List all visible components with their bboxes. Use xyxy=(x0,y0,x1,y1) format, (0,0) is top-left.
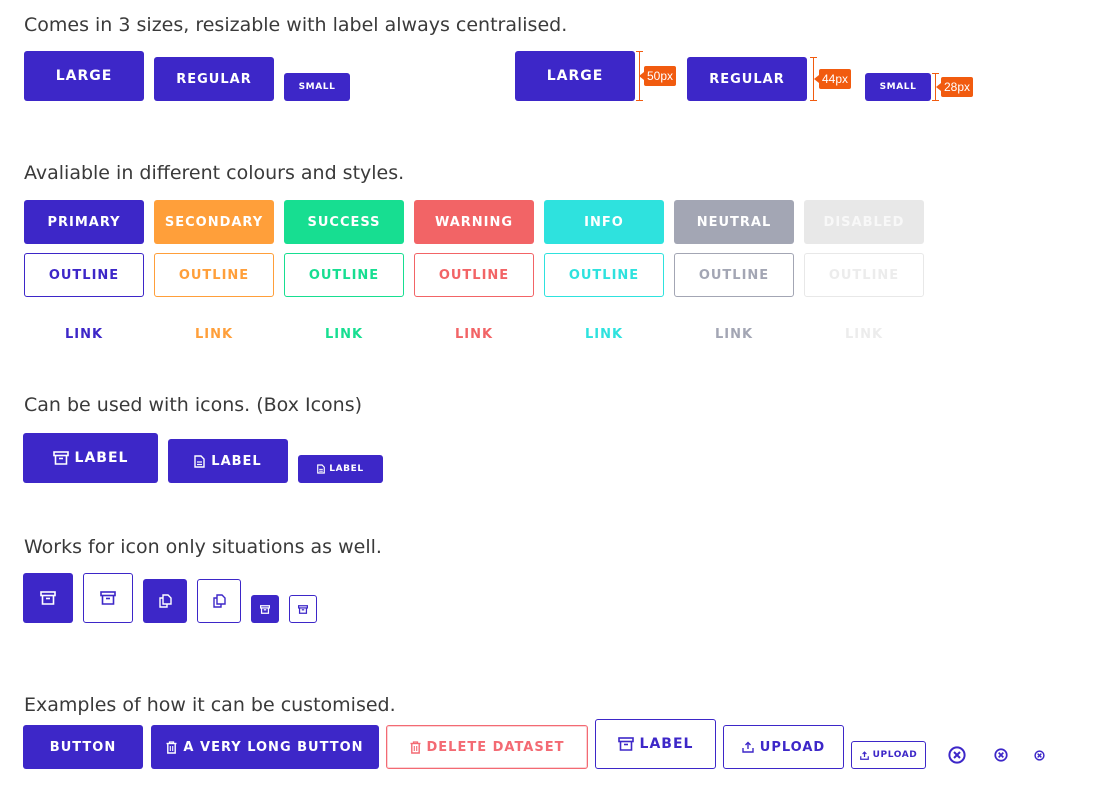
success-link-button[interactable]: LINK xyxy=(284,312,404,356)
info-button[interactable]: INFO xyxy=(544,200,664,244)
label-outline-button[interactable]: LABEL xyxy=(595,719,716,769)
archive-icon xyxy=(298,604,308,614)
delete-dataset-button[interactable]: DELETE DATASET xyxy=(386,725,588,769)
icon-only-large-outline-button[interactable] xyxy=(83,573,133,623)
large-button-annotated[interactable]: LARGE xyxy=(515,51,635,101)
close-circle-icon[interactable] xyxy=(947,745,967,765)
neutral-link-button[interactable]: LINK xyxy=(674,312,794,356)
upload-icon xyxy=(859,750,869,760)
button-label: UPLOAD xyxy=(872,750,918,760)
disabled-link-button: LINK xyxy=(844,326,884,342)
label-with-icon-large-button[interactable]: LABEL xyxy=(23,433,158,483)
primary-link-button[interactable]: LINK xyxy=(24,312,144,356)
section-heading-colours: Avaliable in different colours and style… xyxy=(24,162,405,184)
dimension-badge-large: 50px xyxy=(638,66,677,86)
archive-icon xyxy=(260,604,270,614)
button-label: LABEL xyxy=(211,453,262,469)
button-label: LABEL xyxy=(639,736,694,752)
regular-button-annotated[interactable]: REGULAR xyxy=(687,57,807,101)
upload-small-button[interactable]: UPLOAD xyxy=(851,741,926,769)
very-long-button[interactable]: A VERY LONG BUTTON xyxy=(151,725,379,769)
button-label: LABEL xyxy=(329,464,364,474)
primary-outline-button[interactable]: OUTLINE xyxy=(24,253,144,297)
upload-button[interactable]: UPLOAD xyxy=(723,725,844,769)
success-button[interactable]: SUCCESS xyxy=(284,200,404,244)
small-button[interactable]: SMALL xyxy=(284,73,350,101)
section-heading-custom: Examples of how it can be customised. xyxy=(24,694,396,716)
trash-icon xyxy=(410,740,421,754)
label-with-icon-regular-button[interactable]: LABEL xyxy=(168,439,288,483)
icon-only-small-outline-button[interactable] xyxy=(289,595,317,623)
section-heading-icon-only: Works for icon only situations as well. xyxy=(24,536,382,558)
dimension-badge-small: 28px xyxy=(935,77,974,97)
disabled-outline-button: OUTLINE xyxy=(804,253,924,297)
warning-link-button[interactable]: LINK xyxy=(414,312,534,356)
info-link-button[interactable]: LINK xyxy=(544,312,664,356)
file-icon xyxy=(317,464,326,474)
icon-only-regular-outline-button[interactable] xyxy=(197,579,241,623)
primary-button[interactable]: PRIMARY xyxy=(24,200,144,244)
regular-button[interactable]: REGULAR xyxy=(154,57,274,101)
neutral-button[interactable]: NEUTRAL xyxy=(674,200,794,244)
icon-only-small-filled-button[interactable] xyxy=(251,595,279,623)
copy-icon xyxy=(212,594,226,608)
trash-icon xyxy=(166,740,177,754)
section-heading-sizes: Comes in 3 sizes, resizable with label a… xyxy=(24,14,568,36)
large-button[interactable]: LARGE xyxy=(24,51,144,101)
archive-icon xyxy=(40,591,56,605)
warning-button[interactable]: WARNING xyxy=(414,200,534,244)
icon-only-large-filled-button[interactable] xyxy=(23,573,73,623)
file-icon xyxy=(194,454,205,468)
warning-outline-button[interactable]: OUTLINE xyxy=(414,253,534,297)
archive-icon xyxy=(617,737,634,751)
info-outline-button[interactable]: OUTLINE xyxy=(544,253,664,297)
success-outline-button[interactable]: OUTLINE xyxy=(284,253,404,297)
button-label: DELETE DATASET xyxy=(426,739,565,755)
button-label: LABEL xyxy=(74,450,129,466)
dimension-badge-regular: 44px xyxy=(813,69,852,89)
upload-icon xyxy=(742,741,754,753)
custom-button[interactable]: BUTTON xyxy=(23,725,143,769)
archive-icon xyxy=(100,591,116,605)
section-heading-icons: Can be used with icons. (Box Icons) xyxy=(24,394,363,416)
secondary-link-button[interactable]: LINK xyxy=(154,312,274,356)
button-label: UPLOAD xyxy=(759,739,826,755)
secondary-outline-button[interactable]: OUTLINE xyxy=(154,253,274,297)
button-label: A VERY LONG BUTTON xyxy=(183,739,364,755)
close-circle-icon[interactable] xyxy=(1032,748,1046,762)
neutral-outline-button[interactable]: OUTLINE xyxy=(674,253,794,297)
label-with-icon-small-button[interactable]: LABEL xyxy=(298,455,383,483)
copy-icon xyxy=(158,594,172,608)
icon-only-regular-filled-button[interactable] xyxy=(143,579,187,623)
small-button-annotated[interactable]: SMALL xyxy=(865,73,931,101)
archive-icon xyxy=(52,451,69,465)
secondary-button[interactable]: SECONDARY xyxy=(154,200,274,244)
disabled-button: DISABLED xyxy=(804,200,924,244)
close-circle-icon[interactable] xyxy=(993,747,1009,763)
